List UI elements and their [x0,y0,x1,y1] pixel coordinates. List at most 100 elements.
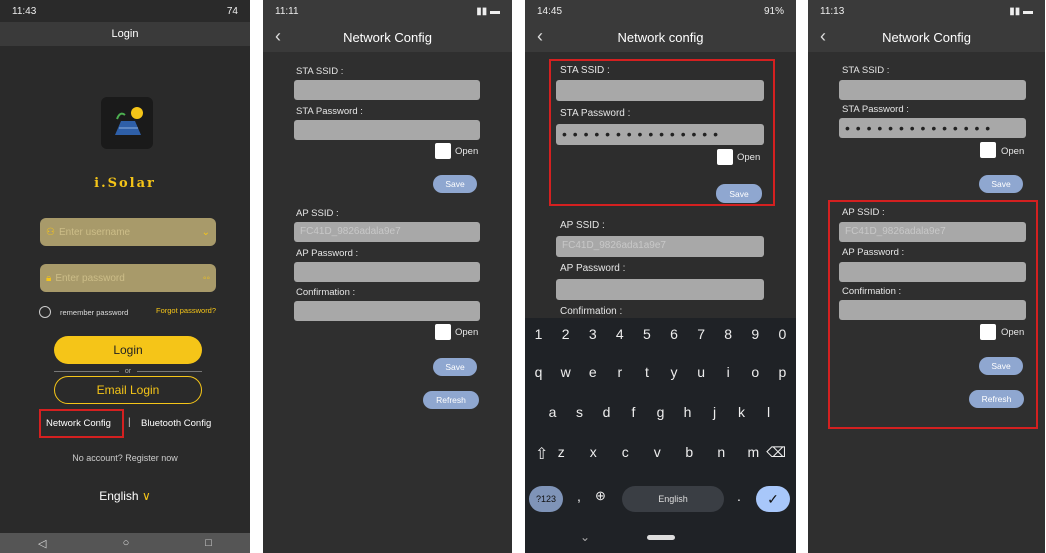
enter-key-icon[interactable]: ✓ [756,486,790,512]
sta-ssid-input[interactable] [556,80,764,101]
keyboard-key[interactable]: x [581,444,605,464]
bluetooth-config-link[interactable]: Bluetooth Config [141,418,211,429]
keyboard-key[interactable]: u [689,364,713,380]
email-login-button[interactable]: Email Login [54,376,202,404]
keyboard-key[interactable]: z [549,444,573,464]
open-checkbox[interactable] [980,324,996,340]
keyboard-key[interactable]: c [613,444,637,464]
keyboard-key[interactable]: t [635,364,659,380]
space-key[interactable]: English [622,486,724,512]
keyboard-key[interactable]: e [581,364,605,380]
confirmation-input[interactable] [839,300,1026,320]
sta-password-input[interactable]: • • • • • • • • • • • • • • [839,118,1026,138]
save-button[interactable]: Save [433,358,477,376]
sta-ssid-input[interactable] [294,80,480,100]
keyboard-key[interactable]: g [649,404,673,420]
keyboard-key[interactable]: o [743,364,767,380]
forgot-password-link[interactable]: Forgot password? [156,306,216,315]
globe-key-icon[interactable]: ⊕ [595,488,606,504]
hide-keyboard-icon[interactable]: ⌄ [580,530,590,544]
keyboard-key[interactable]: 5 [635,326,659,342]
open-checkbox[interactable] [980,142,996,158]
recents-nav-icon[interactable]: □ [205,537,212,549]
sta-ssid-label: STA SSID : [842,65,890,76]
ap-ssid-input[interactable]: FC41D_9826adala9e7 [839,222,1026,242]
keyboard-key[interactable]: y [662,364,686,380]
home-nav-icon[interactable]: ○ [123,537,130,549]
network-config-link[interactable]: Network Config [46,418,111,429]
network-config-ap-screen: 11:13 ▮▮ ▬ ‹ Network Config STA SSID : S… [808,0,1045,553]
open-checkbox[interactable] [717,149,733,165]
keyboard-key[interactable]: v [645,444,669,464]
keyboard-key[interactable]: i [716,364,740,380]
sta-password-label: STA Password : [296,106,363,117]
sta-password-input[interactable]: • • • • • • • • • • • • • • • [556,124,764,145]
keyboard-key[interactable]: d [595,404,619,420]
save-button[interactable]: Save [979,175,1023,193]
save-button[interactable]: Save [433,175,477,193]
keyboard-key[interactable]: 1 [527,326,551,342]
user-icon: ⚇ [46,226,55,238]
sta-ssid-input[interactable] [839,80,1026,100]
keyboard-key[interactable]: s [568,404,592,420]
chevron-down-icon[interactable]: ⌄ [202,227,210,238]
back-nav-icon[interactable]: ◁ [38,537,46,550]
register-link[interactable]: No account? Register now [0,453,250,463]
period-key[interactable]: . [737,488,741,504]
refresh-button[interactable]: Refresh [969,390,1024,408]
keyboard-key[interactable]: b [677,444,701,464]
save-button[interactable]: Save [716,184,762,203]
back-arrow-icon[interactable]: ‹ [275,26,281,47]
ap-password-label: AP Password : [842,247,905,258]
keyboard-key[interactable]: k [730,404,754,420]
keyboard-key[interactable]: 9 [743,326,767,342]
backspace-key-icon[interactable]: ⌫ [766,444,786,464]
keyboard-key[interactable]: f [622,404,646,420]
keyboard-key[interactable]: n [709,444,733,464]
login-screen: 11:43 74 Login i.Solar ⚇ Enter username … [0,0,250,553]
keyboard-key[interactable]: 3 [581,326,605,342]
page-title-bar: ‹ Network Config [808,22,1045,52]
keyboard-key[interactable]: m [741,444,765,464]
ap-ssid-input[interactable]: FC41D_9826adala9e7 [294,222,480,242]
keyboard-key[interactable]: a [541,404,565,420]
keyboard-key[interactable]: 7 [689,326,713,342]
keyboard-key[interactable]: 2 [554,326,578,342]
keyboard-key[interactable]: p [770,364,794,380]
app-logo-icon [101,97,153,149]
keyboard-key[interactable]: j [703,404,727,420]
keyboard-key[interactable]: l [757,404,781,420]
keyboard-key[interactable]: h [676,404,700,420]
ap-password-input[interactable] [839,262,1026,282]
back-arrow-icon[interactable]: ‹ [537,26,543,47]
keyboard-key[interactable]: 0 [770,326,794,342]
keyboard-key[interactable]: q [527,364,551,380]
save-button[interactable]: Save [979,357,1023,375]
signal-icons: ▮▮ ▬ [476,5,500,17]
refresh-button[interactable]: Refresh [423,391,479,409]
eye-icon[interactable]: ◦◦ [203,273,210,284]
login-button[interactable]: Login [54,336,202,364]
remember-radio[interactable] [39,306,51,318]
ap-ssid-label: AP SSID : [296,208,339,219]
password-input[interactable]: 🔒︎ Enter password ◦◦ [40,264,216,292]
open-checkbox[interactable] [435,324,451,340]
ap-ssid-input[interactable]: FC41D_9826ada1a9e7 [556,236,764,257]
sta-password-input[interactable] [294,120,480,140]
open-checkbox[interactable] [435,143,451,159]
keyboard-key[interactable]: 4 [608,326,632,342]
keyboard-key[interactable]: w [554,364,578,380]
confirmation-input[interactable] [294,301,480,321]
ap-password-input[interactable] [556,279,764,300]
keyboard-key[interactable]: 6 [662,326,686,342]
username-input[interactable]: ⚇ Enter username ⌄ [40,218,216,246]
open-label: Open [1001,327,1025,338]
comma-key[interactable]: , [577,488,581,504]
keyboard-key[interactable]: 8 [716,326,740,342]
ap-password-input[interactable] [294,262,480,282]
symbols-key[interactable]: ?123 [529,486,563,512]
keyboard-key[interactable]: r [608,364,632,380]
language-selector[interactable]: English ∨ [0,489,250,503]
back-arrow-icon[interactable]: ‹ [820,26,826,47]
shift-key-icon[interactable]: ⇧ [535,444,548,464]
